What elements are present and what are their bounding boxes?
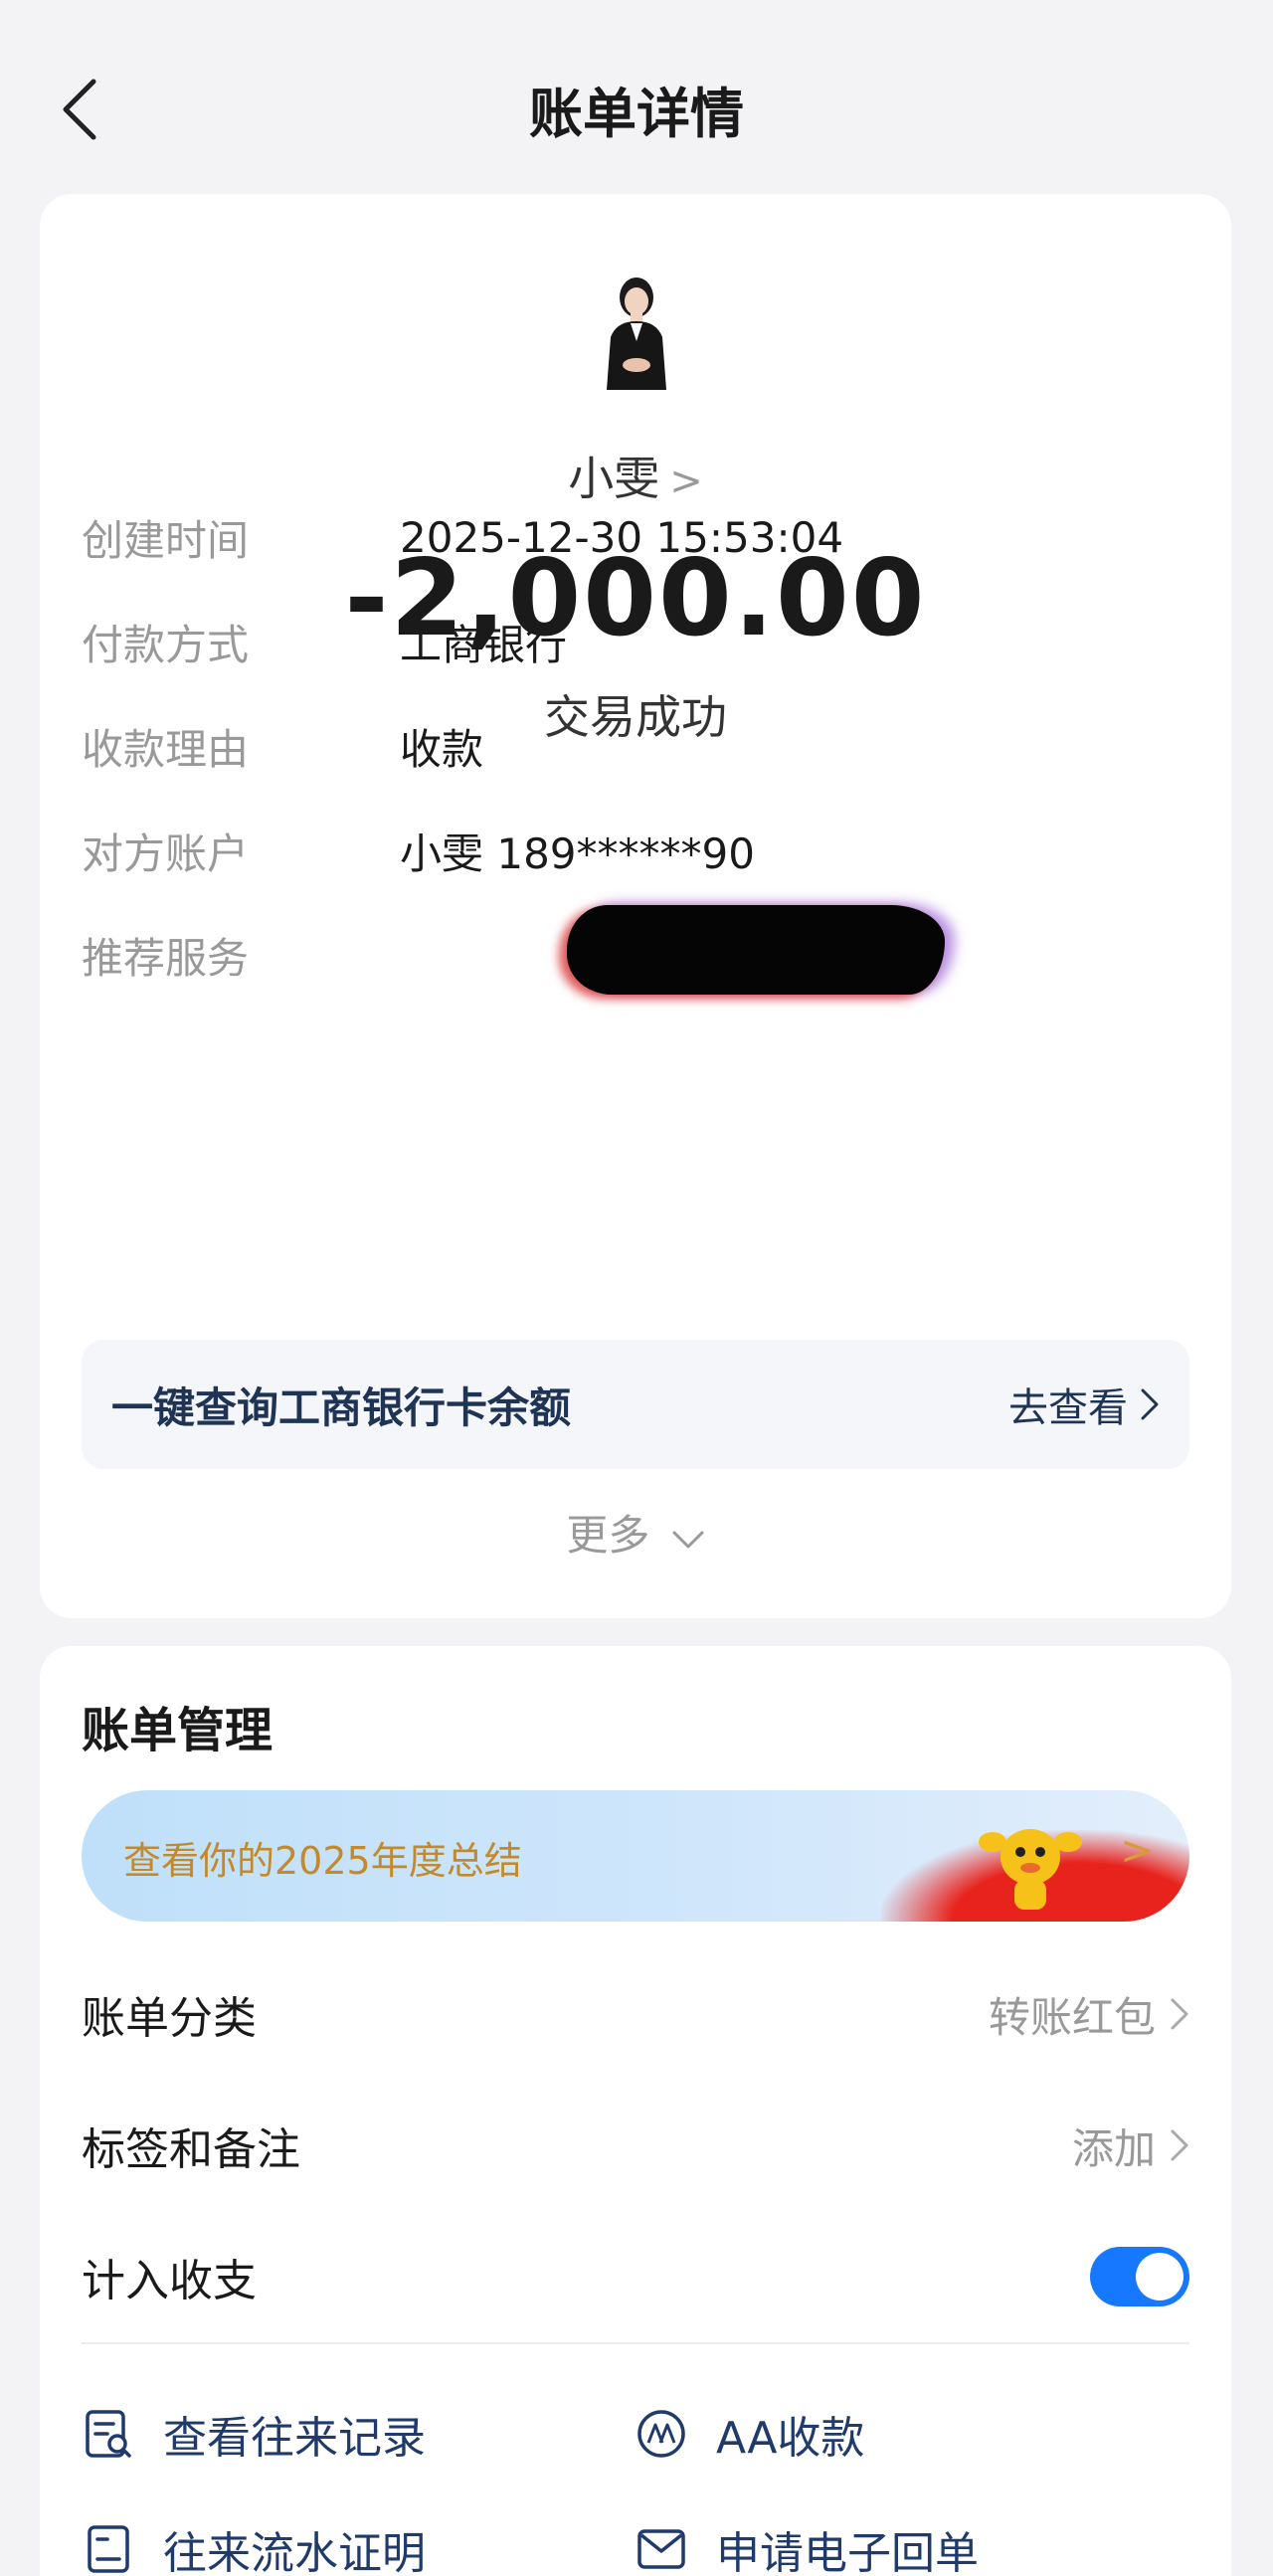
redaction-mark <box>567 905 945 995</box>
bill-category-row[interactable]: 账单分类 转账红包 <box>82 1974 1189 2054</box>
row-label: 账单分类 <box>82 1993 257 2044</box>
records-icon <box>82 2407 135 2461</box>
e-receipt-button[interactable]: 申请电子回单 <box>635 2509 979 2576</box>
promo-text: 一键查询工商银行卡余额 <box>111 1382 572 1432</box>
avatar[interactable] <box>597 266 676 395</box>
statement-proof-button[interactable]: 往来流水证明 <box>82 2509 426 2576</box>
promo-link[interactable]: 去查看 <box>1008 1376 1160 1433</box>
balance-query-promo[interactable]: 一键查询工商银行卡余额 去查看 <box>82 1340 1189 1469</box>
detail-row-payment-method: 付款方式 工商银行 <box>82 612 1189 671</box>
row-value: 转账红包 <box>988 1992 1156 2042</box>
view-records-button[interactable]: 查看往来记录 <box>82 2394 426 2474</box>
chevron-right-icon <box>1171 1998 1188 2030</box>
mascot-icon <box>979 1829 1082 1910</box>
detail-value: 收款 <box>400 724 484 774</box>
include-in-stats-row: 计入收支 <box>82 2237 1189 2316</box>
detail-row-reason: 收款理由 收款 <box>82 716 1189 776</box>
include-in-stats-toggle[interactable] <box>1090 2247 1189 2306</box>
divider <box>82 2342 1189 2344</box>
chevron-right-icon: > <box>669 459 703 504</box>
chevron-down-icon <box>672 1531 704 1549</box>
mail-icon <box>635 2522 688 2576</box>
tags-notes-row[interactable]: 标签和备注 添加 <box>82 2106 1189 2185</box>
detail-label: 对方账户 <box>82 828 250 878</box>
bill-management-card: 账单管理 查看你的2025年度总结 > 账单分类 转账红包 标签和备注 添加 计… <box>40 1646 1231 2576</box>
action-label: 查看往来记录 <box>163 2413 426 2464</box>
aa-icon <box>635 2407 688 2461</box>
chevron-right-icon: > <box>1120 1828 1154 1874</box>
row-value: 添加 <box>1071 2123 1156 2173</box>
toggle-knob <box>1136 2253 1183 2300</box>
statement-icon <box>82 2522 135 2576</box>
annual-summary-banner[interactable]: 查看你的2025年度总结 > <box>82 1790 1189 1922</box>
detail-value: 工商银行 <box>400 620 568 669</box>
banner-text: 查看你的2025年度总结 <box>123 1839 522 1883</box>
action-label: 申请电子回单 <box>716 2528 979 2576</box>
nav-bar: 账单详情 <box>0 0 1273 199</box>
action-label: 往来流水证明 <box>163 2528 426 2576</box>
detail-row-counterparty: 对方账户 小雯 189******90 <box>82 821 1189 880</box>
row-label: 计入收支 <box>82 2256 257 2306</box>
section-title: 账单管理 <box>82 1703 273 1758</box>
more-label: 更多 <box>566 1511 650 1560</box>
detail-label: 推荐服务 <box>82 933 250 983</box>
detail-label: 收款理由 <box>82 724 250 774</box>
row-label: 标签和备注 <box>82 2124 300 2175</box>
detail-row-created-time: 创建时间 2025-12-30 15:53:04 <box>82 507 1189 567</box>
payee-name: 小雯 <box>568 452 660 505</box>
transaction-card: 小雯 > -2,000.00 交易成功 创建时间 2025-12-30 15:53… <box>40 194 1231 1618</box>
detail-value: 小雯 189******90 <box>400 828 755 878</box>
aa-collect-button[interactable]: AA收款 <box>635 2394 864 2474</box>
detail-label: 创建时间 <box>82 515 250 565</box>
detail-value: 2025-12-30 15:53:04 <box>400 512 844 562</box>
payee-link[interactable]: 小雯 > <box>40 443 1231 508</box>
chevron-right-icon <box>1141 1388 1159 1420</box>
action-label: AA收款 <box>716 2413 865 2464</box>
more-button[interactable]: 更多 <box>40 1502 1231 1563</box>
page-title: 账单详情 <box>529 83 744 145</box>
chevron-right-icon <box>1171 2129 1188 2161</box>
detail-label: 付款方式 <box>82 620 250 669</box>
promo-link-label: 去查看 <box>1008 1385 1128 1431</box>
